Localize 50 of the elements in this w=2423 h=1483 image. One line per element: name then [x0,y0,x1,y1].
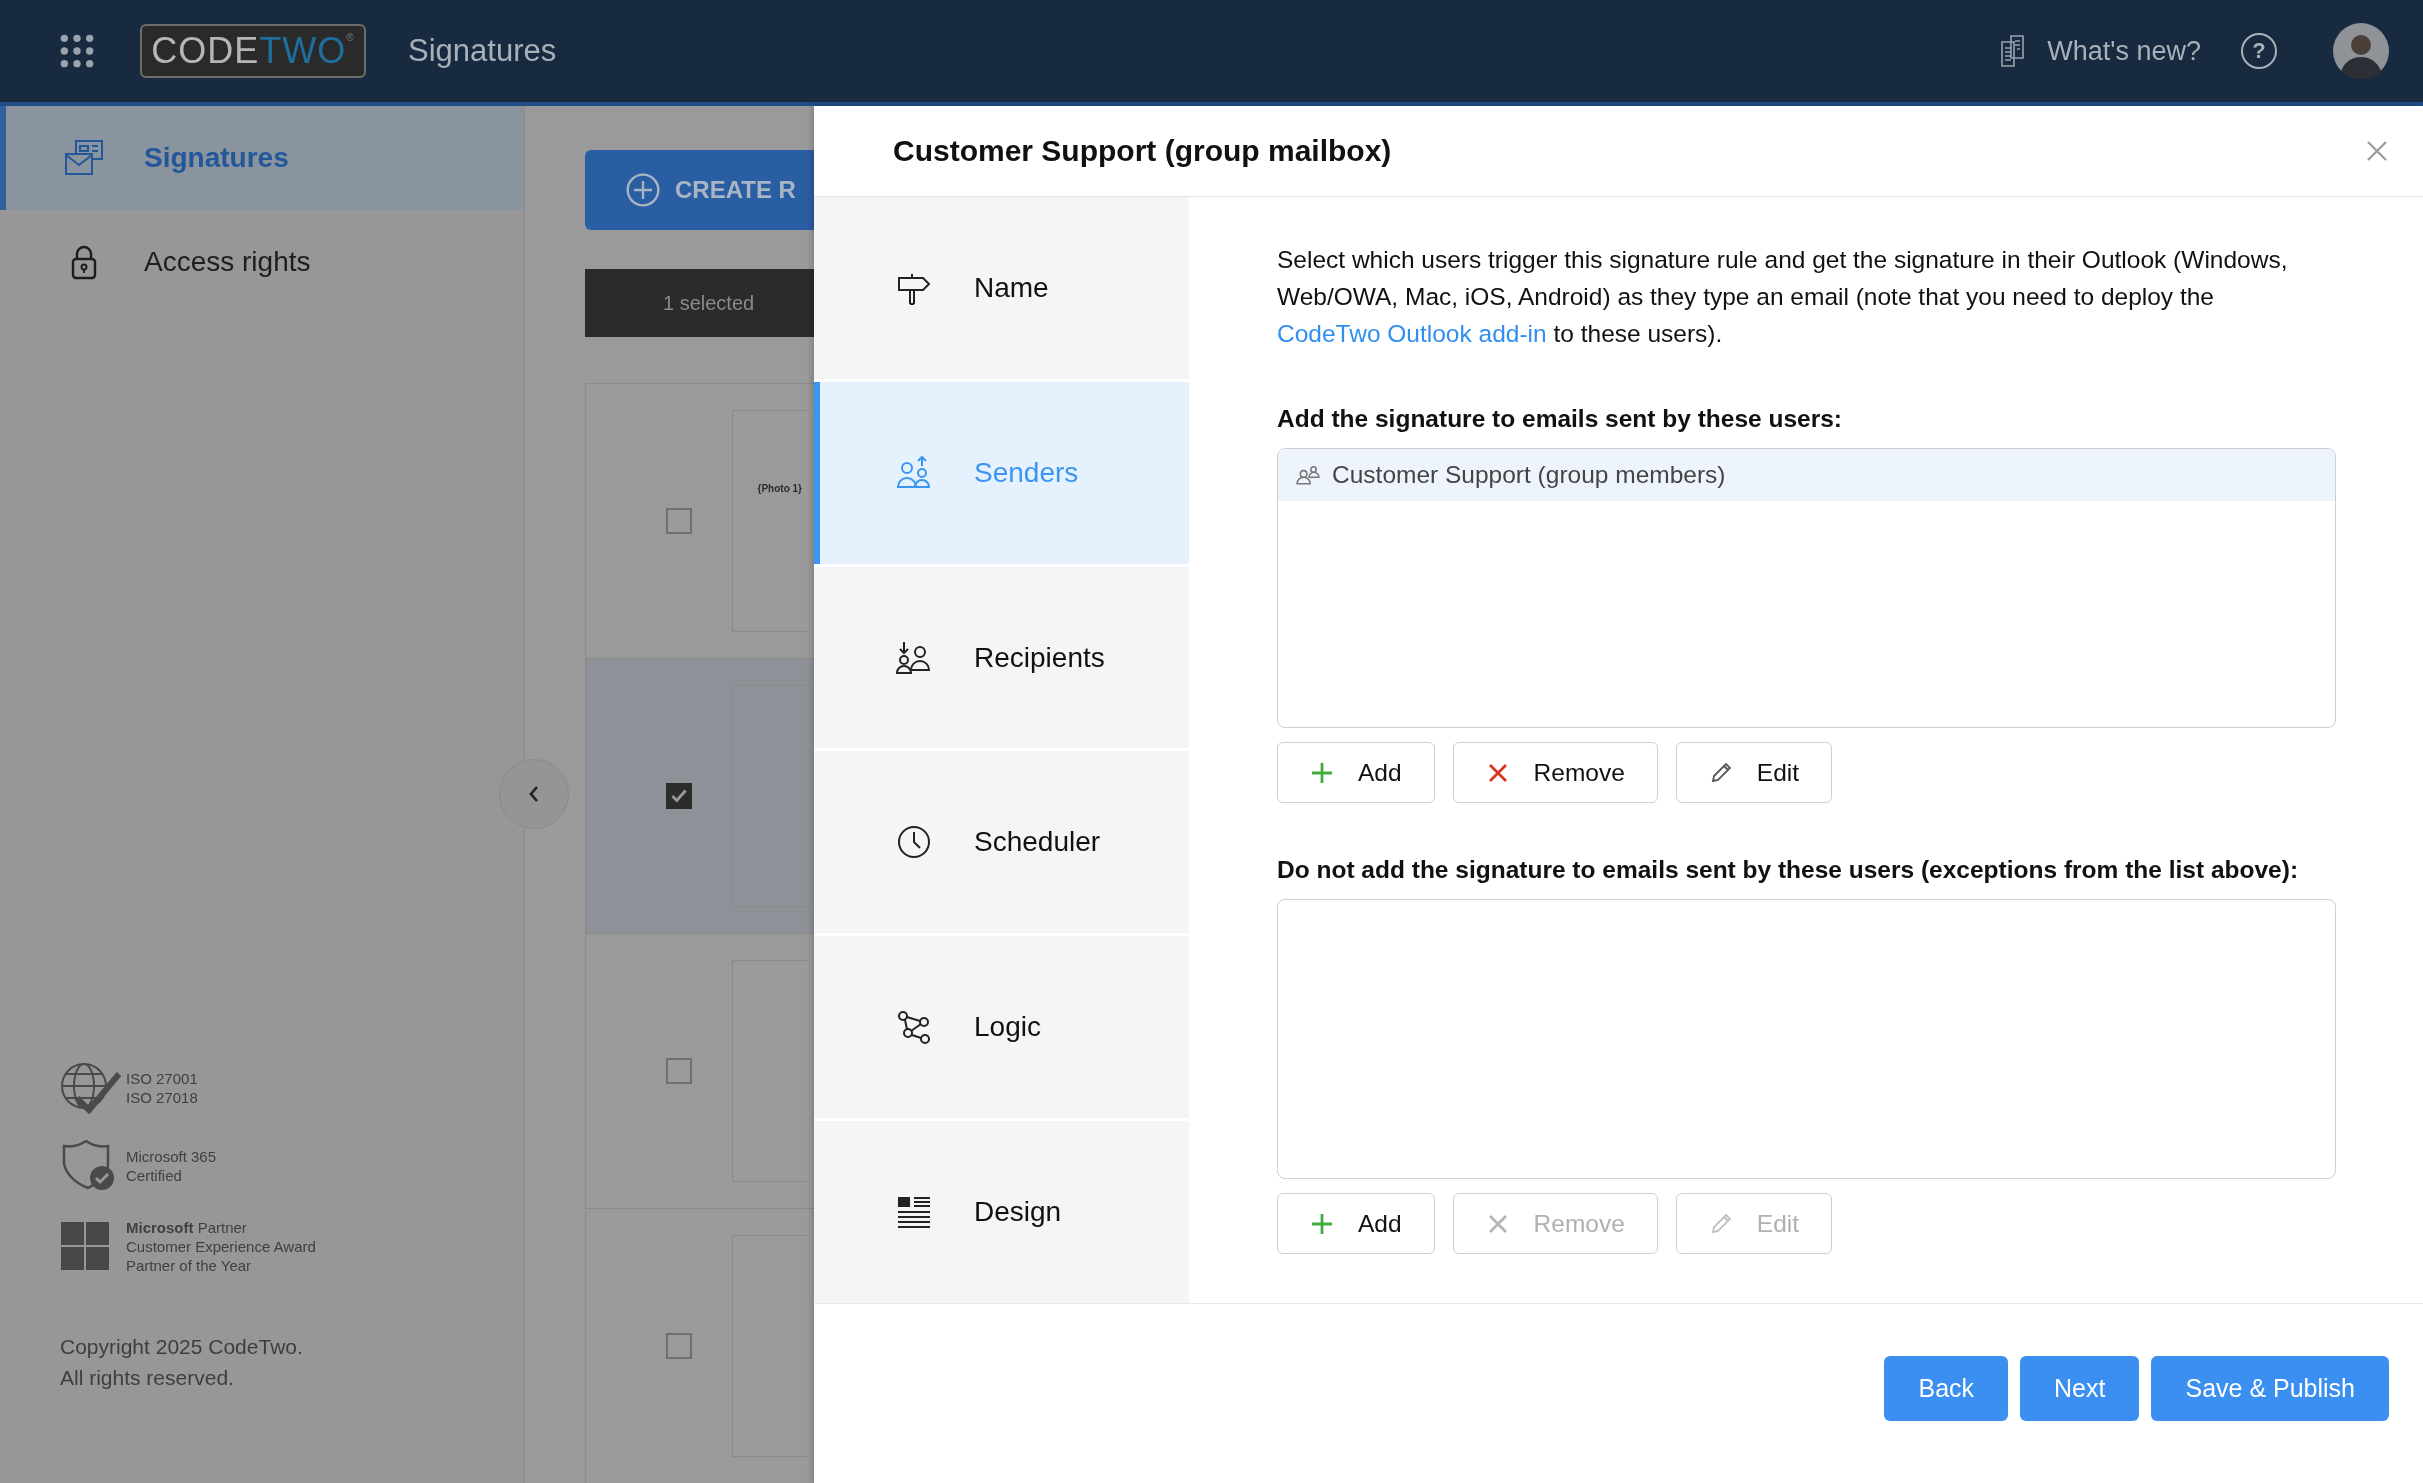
checkbox[interactable] [666,783,692,809]
copyright-text: All rights reserved. [60,1365,235,1391]
clock-icon [896,824,932,861]
dialog-title: Customer Support (group mailbox) [893,134,1393,168]
checkbox[interactable] [666,1333,692,1359]
list-entry[interactable]: Customer Support (group members) [1278,449,2335,501]
users-icon [896,639,932,676]
step-tab[interactable]: Scheduler [814,751,1189,934]
avatar[interactable] [2333,23,2389,79]
plus-circle-icon [625,172,661,208]
checkbox[interactable] [666,1058,692,1084]
step-tab[interactable]: Recipients [814,566,1189,749]
close-icon[interactable] [2365,139,2389,163]
description-text: Select which users trigger this signature rule and get the signature in their Outlook (Windows, Web/OWA, Mac, iOS, Android) as they type an email (note that you need to deploy the CodeTwo Outlook add-in to these users). [1277,245,2289,349]
badge-text: Partner of the Year [126,1256,253,1275]
step-tab[interactable]: Name [814,197,1189,379]
step-tab[interactable]: Design [814,1121,1189,1303]
globe-check-icon [60,1062,122,1114]
badge-text: Certified [126,1166,183,1185]
users-icon [1296,465,1320,485]
list-action-button[interactable]: Edit [1675,742,1833,803]
badge-text: Customer Experience Award [126,1237,316,1256]
badge-text: Microsoft Partner [126,1218,248,1237]
app-launcher-icon[interactable] [58,32,96,70]
chevron-left-icon [528,785,540,803]
whats-new-link[interactable]: What's new? [2047,35,2201,67]
badge-text: ISO 27001 [126,1069,198,1088]
badge-text: ISO 27018 [126,1088,198,1107]
badge-text: Microsoft 365 [126,1147,217,1166]
selection-bar: 1 selected [585,269,814,337]
copyright-text: Copyright 2025 CodeTwo. [60,1334,304,1360]
sidebar-item[interactable]: Access rights [0,210,524,314]
flow-icon [896,1009,932,1046]
layout-icon [896,1194,932,1231]
add-in-link[interactable]: CodeTwo Outlook add-in [1277,320,1547,347]
step-tab[interactable]: Logic [814,936,1189,1119]
plus-icon [1310,760,1334,785]
list-action-button[interactable]: Remove [1452,742,1658,803]
help-button[interactable]: ? [2241,33,2277,69]
users-icon [896,454,932,491]
list-action-button[interactable]: Add [1277,1193,1435,1254]
section-heading: Add the signature to emails sent by these users: [1277,404,1843,434]
section-heading: Do not add the signature to emails sent by these users (exceptions from the list above): [1277,855,2300,885]
plus-icon [1310,1211,1334,1236]
list-action-button[interactable]: Add [1277,742,1435,803]
signature-thumbnail: {Photo 1} [732,410,810,632]
app-title: Signatures [408,33,557,69]
logo[interactable]: CODETWO$^{®}$ [140,24,366,78]
mail-icon [64,140,104,176]
checkbox[interactable] [666,508,692,534]
